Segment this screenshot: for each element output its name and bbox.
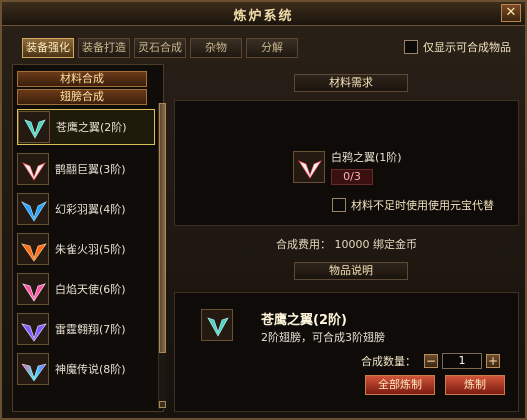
category-materials[interactable]: 材料合成: [17, 71, 147, 87]
craft-button[interactable]: 炼制: [445, 375, 505, 395]
result-title: 苍鹰之翼(2阶): [261, 313, 347, 328]
craft-cost-label: 合成费用：: [276, 238, 331, 251]
craft-all-button[interactable]: 全部炼制: [365, 375, 435, 395]
only-craftable-checkbox[interactable]: [404, 40, 418, 54]
detail-panel: 材料需求 白鸦之翼(1阶) 0/3 材料不足时使用使用元宝代替 合成费用： 10…: [174, 64, 519, 412]
tab-decompose[interactable]: 分解: [246, 38, 298, 58]
category-wings[interactable]: 翅膀合成: [17, 89, 147, 105]
list-item-wing-2[interactable]: 苍鹰之翼(2阶): [17, 109, 155, 145]
materials-box: 白鸦之翼(1阶) 0/3 材料不足时使用使用元宝代替: [174, 100, 519, 226]
pink-wings-icon: [17, 273, 49, 305]
minus-icon[interactable]: −: [424, 354, 438, 368]
quantity-label: 合成数量：: [361, 355, 416, 368]
craft-cost: 合成费用： 10000 绑定金币: [174, 236, 519, 252]
window-title: 炼炉系统: [233, 9, 294, 24]
fire-wings-icon: [17, 233, 49, 265]
scroll-down-arrow[interactable]: [159, 401, 166, 408]
item-label: 幻彩羽翼(4阶): [55, 203, 126, 216]
material-count: 0/3: [331, 169, 373, 185]
teal-wings-icon: [201, 309, 233, 341]
use-gold-ingot-toggle[interactable]: 材料不足时使用使用元宝代替: [332, 197, 494, 213]
result-description: 2阶翅膀，可合成3阶翅膀: [261, 331, 385, 344]
item-label: 神魔传说(8阶): [55, 363, 126, 376]
use-gold-ingot-checkbox[interactable]: [332, 198, 346, 212]
plus-icon[interactable]: +: [486, 354, 500, 368]
purple-wings-icon: [17, 313, 49, 345]
only-craftable-toggle[interactable]: 仅显示可合成物品: [404, 38, 511, 56]
use-gold-ingot-label: 材料不足时使用使用元宝代替: [351, 199, 494, 212]
white-wings-icon: [293, 151, 325, 183]
list-item-wing-7[interactable]: 雷霆翱翔(7阶): [17, 311, 155, 347]
item-info-header: 物品说明: [294, 262, 408, 280]
title-bar: 炼炉系统 ✕: [2, 2, 525, 26]
list-item-wing-3[interactable]: 鹊翮巨翼(3阶): [17, 151, 155, 187]
tab-spirit-stone[interactable]: 灵石合成: [134, 38, 186, 58]
material-requirement: 白鸦之翼(1阶) 0/3: [293, 149, 402, 185]
white-wings-icon: [17, 153, 49, 185]
item-label: 白焰天使(6阶): [55, 283, 126, 296]
list-item-wing-4[interactable]: 幻彩羽翼(4阶): [17, 191, 155, 227]
smelting-window: 炼炉系统 ✕ 装备强化 装备打造 灵石合成 杂物 分解 仅显示可合成物品 材料合…: [0, 0, 527, 420]
tab-bar: 装备强化 装备打造 灵石合成 杂物 分解: [22, 38, 298, 58]
item-label: 朱雀火羽(5阶): [55, 243, 126, 256]
scrollbar-thumb[interactable]: [159, 103, 166, 353]
quantity-input[interactable]: 1: [442, 353, 482, 369]
craft-cost-value: 10000 绑定金币: [334, 238, 418, 251]
recipe-list-panel: 材料合成 翅膀合成 苍鹰之翼(2阶) 鹊翮巨翼(3阶) 幻彩羽翼(4阶) 朱雀火…: [12, 64, 166, 412]
material-name: 白鸦之翼(1阶): [331, 151, 402, 164]
cyan-wings-icon: [17, 193, 49, 225]
list-scrollbar[interactable]: [158, 103, 166, 409]
list-item-wing-6[interactable]: 白焰天使(6阶): [17, 271, 155, 307]
item-label: 鹊翮巨翼(3阶): [55, 163, 126, 176]
teal-wings-icon: [18, 111, 50, 143]
item-label: 雷霆翱翔(7阶): [55, 323, 126, 336]
result-box: 苍鹰之翼(2阶) 2阶翅膀，可合成3阶翅膀 合成数量： − 1 + 全部炼制 炼…: [174, 292, 519, 412]
close-button[interactable]: ✕: [501, 4, 521, 22]
list-item-wing-8[interactable]: 神魔传说(8阶): [17, 351, 155, 387]
tab-equip-craft[interactable]: 装备打造: [78, 38, 130, 58]
rainbow-wings-icon: [17, 353, 49, 385]
materials-header: 材料需求: [294, 74, 408, 92]
quantity-stepper: 合成数量： − 1 +: [361, 353, 500, 369]
list-item-wing-5[interactable]: 朱雀火羽(5阶): [17, 231, 155, 267]
item-label: 苍鹰之翼(2阶): [56, 121, 127, 134]
tab-misc[interactable]: 杂物: [190, 38, 242, 58]
only-craftable-label: 仅显示可合成物品: [423, 41, 511, 54]
tab-equip-enhance[interactable]: 装备强化: [22, 38, 74, 58]
